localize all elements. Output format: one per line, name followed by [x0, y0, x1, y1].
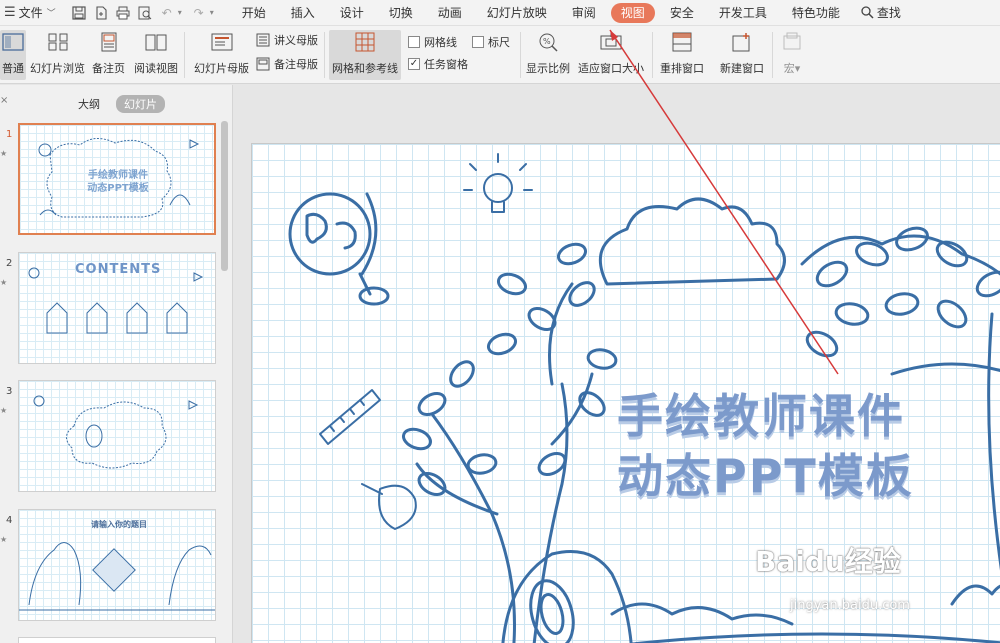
watermark-url: jingyan.baidu.com — [790, 598, 910, 613]
watermark-logo: Baidu经验 — [755, 545, 901, 578]
